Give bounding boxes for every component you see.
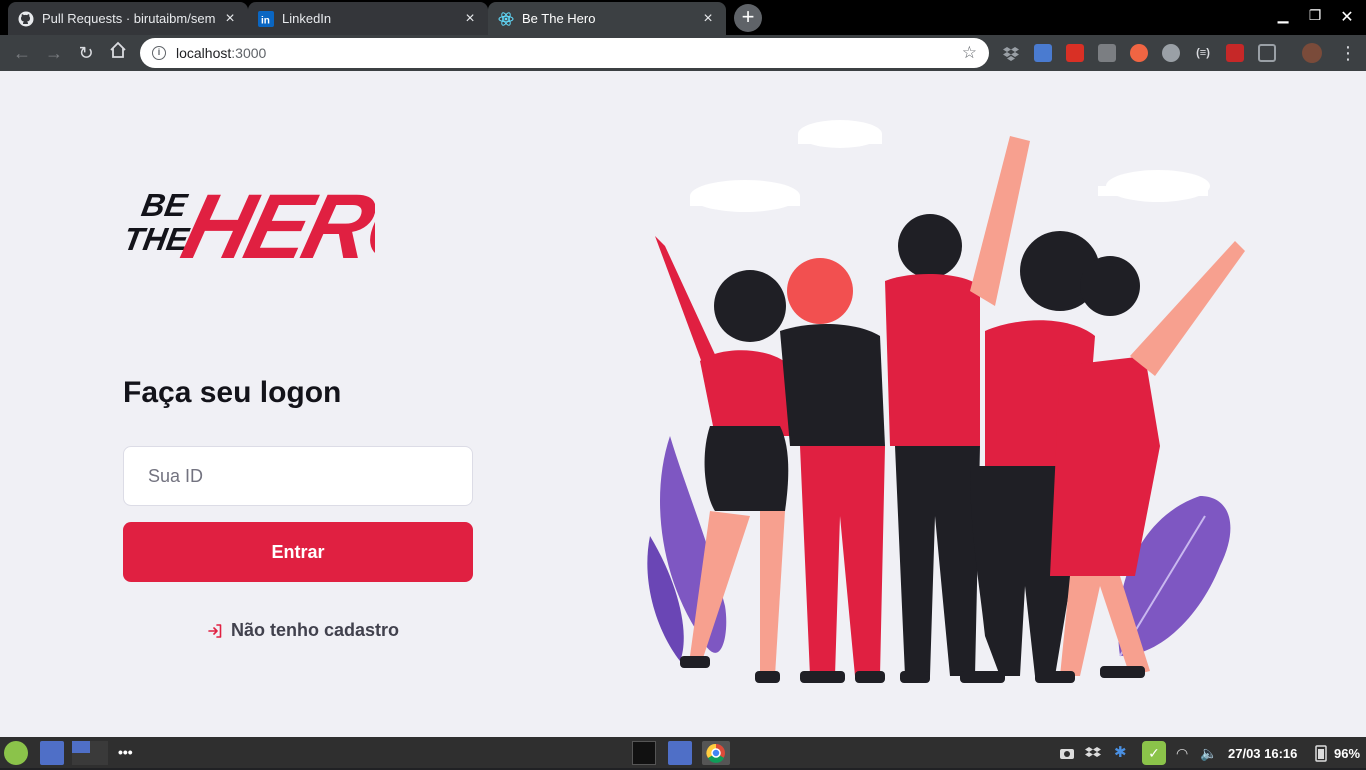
chrome-taskbar-button[interactable] <box>702 741 730 765</box>
be-the-hero-logo: BE THE HERO <box>123 174 375 276</box>
code-extension-icon[interactable]: (≡) <box>1194 44 1212 62</box>
profile-avatar[interactable] <box>1302 43 1322 63</box>
dropbox-extension-icon[interactable] <box>1002 44 1020 62</box>
camera-extension-icon[interactable] <box>1130 44 1148 62</box>
restore-window-button[interactable]: ❐ <box>1306 7 1324 24</box>
bookmark-star-icon[interactable]: ☆ <box>962 43 977 63</box>
tab-title: LinkedIn <box>282 11 332 26</box>
register-link[interactable]: Não tenho cadastro <box>207 620 399 641</box>
workspace-switcher[interactable] <box>72 741 108 765</box>
terminal-icon[interactable] <box>632 741 656 765</box>
react-icon <box>498 11 514 27</box>
minimize-window-button[interactable]: ▁ <box>1274 7 1292 24</box>
mail-extension-icon[interactable] <box>1066 44 1084 62</box>
back-button[interactable]: ← <box>10 41 34 65</box>
close-tab-icon[interactable]: × <box>700 10 716 28</box>
tab-title: Be The Hero <box>522 11 596 26</box>
update-manager-icon[interactable]: ✓ <box>1142 741 1166 765</box>
reload-button[interactable]: ↻ <box>74 41 98 65</box>
screenshot-tray-icon[interactable] <box>1058 741 1076 765</box>
address-bar[interactable]: i localhost:3000 ☆ <box>140 38 989 68</box>
register-link-label: Não tenho cadastro <box>231 620 400 640</box>
browser-toolbar: ← → ↻ i localhost:3000 ☆ 1d 1194 (≡) ⋮ <box>0 35 1366 100</box>
browser-tab-strip: Pull Requests · birutaibm/sem × in Linke… <box>0 0 1366 35</box>
site-info-icon[interactable]: i <box>152 46 166 60</box>
cast-extension-icon[interactable] <box>1258 44 1276 62</box>
close-window-button[interactable]: ✕ <box>1338 7 1356 27</box>
os-taskbar: ••• ✱ ✓ ◠ 🔈 27/03 16:16 96% <box>0 737 1366 768</box>
clock[interactable]: 27/03 16:16 <box>1228 746 1297 761</box>
workspace-1[interactable] <box>72 741 90 753</box>
svg-text:BE: BE <box>139 187 191 223</box>
page-content: BE THE HERO Faça seu logon Entrar Não te… <box>0 71 1366 737</box>
forward-button[interactable]: → <box>42 41 66 65</box>
close-tab-icon[interactable]: × <box>462 10 478 28</box>
tab-github[interactable]: Pull Requests · birutaibm/sem × <box>8 2 248 35</box>
url-host: localhost <box>176 45 232 61</box>
heroes-illustration <box>647 120 1245 683</box>
show-desktop-icon[interactable] <box>40 741 64 765</box>
url-port: :3000 <box>231 45 267 61</box>
tab-title: Pull Requests · birutaibm/sem <box>42 11 216 26</box>
mint-menu-icon[interactable] <box>4 741 28 765</box>
tab-linkedin[interactable]: in LinkedIn × <box>248 2 488 35</box>
id-input[interactable] <box>123 446 473 506</box>
chrome-icon <box>706 743 725 763</box>
bluetooth-icon[interactable]: ✱ <box>1114 741 1130 765</box>
linkedin-icon: in <box>258 10 274 27</box>
calendar-extension-icon[interactable] <box>1034 44 1052 62</box>
wifi-icon[interactable]: ◠ <box>1176 741 1194 765</box>
file-manager-icon[interactable] <box>668 741 692 765</box>
o2-extension-icon[interactable] <box>1162 44 1180 62</box>
battery-icon[interactable] <box>1314 741 1328 765</box>
new-tab-button[interactable]: + <box>734 4 762 32</box>
battery-level: 96% <box>1334 746 1361 761</box>
svg-text:in: in <box>261 15 270 26</box>
volume-icon[interactable]: 🔈 <box>1200 741 1218 765</box>
home-button[interactable] <box>106 41 130 65</box>
screenshot-extension-icon[interactable] <box>1098 44 1116 62</box>
log-in-icon <box>208 623 222 638</box>
dev-extension-icon[interactable] <box>1226 44 1244 62</box>
home-icon <box>110 41 126 58</box>
dropbox-tray-icon[interactable] <box>1084 741 1102 765</box>
app-grid-icon[interactable]: ••• <box>118 741 138 765</box>
page-title: Faça seu logon <box>123 376 342 409</box>
github-icon <box>18 11 34 27</box>
svg-text:HERO: HERO <box>173 174 375 276</box>
chrome-menu-button[interactable]: ⋮ <box>1336 41 1360 65</box>
tab-be-the-hero[interactable]: Be The Hero × <box>488 2 726 35</box>
close-tab-icon[interactable]: × <box>222 10 238 28</box>
login-button[interactable]: Entrar <box>123 522 473 582</box>
